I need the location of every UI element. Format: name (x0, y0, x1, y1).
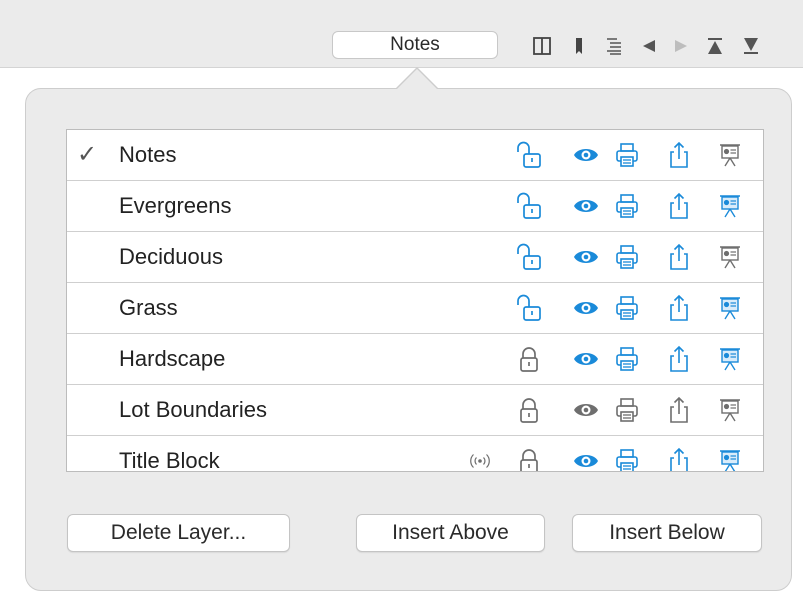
lock-open-icon[interactable] (514, 242, 544, 272)
layer-name: Grass (119, 295, 178, 320)
printer-icon[interactable] (612, 140, 642, 170)
insert-above-button[interactable]: Insert Above (356, 514, 545, 552)
export-icon[interactable] (664, 293, 694, 323)
layer-name: Deciduous (119, 244, 223, 269)
bookmark-icon[interactable] (568, 36, 590, 56)
last-icon[interactable] (740, 36, 762, 56)
presentation-icon[interactable] (715, 191, 745, 221)
export-icon[interactable] (664, 191, 694, 221)
checkmark-icon (77, 446, 99, 471)
export-icon[interactable] (664, 395, 694, 425)
checkmark-icon: ✓ (77, 141, 98, 168)
checkmark-icon (77, 191, 99, 219)
layer-row[interactable]: Grass (67, 283, 763, 334)
presentation-icon[interactable] (715, 293, 745, 323)
presentation-icon[interactable] (715, 344, 745, 374)
first-icon[interactable] (704, 36, 726, 56)
eye-icon[interactable] (571, 344, 601, 374)
popover-arrow-fill (396, 69, 438, 90)
export-icon[interactable] (664, 344, 694, 374)
layer-row[interactable]: Deciduous (67, 232, 763, 283)
layer-name: Title Block (119, 448, 220, 472)
layer-row[interactable]: Lot Boundaries (67, 385, 763, 436)
printer-icon[interactable] (612, 293, 642, 323)
layer-row[interactable]: Evergreens (67, 181, 763, 232)
printer-icon[interactable] (612, 242, 642, 272)
next-icon[interactable] (670, 36, 692, 56)
presentation-icon[interactable] (715, 242, 745, 272)
lock-open-icon[interactable] (514, 140, 544, 170)
delete-layer-button[interactable]: Delete Layer... (67, 514, 290, 552)
layer-row[interactable]: ✓ Notes (67, 130, 763, 181)
eye-icon[interactable] (571, 242, 601, 272)
export-icon[interactable] (664, 446, 694, 471)
printer-icon[interactable] (612, 191, 642, 221)
lock-closed-icon[interactable] (514, 395, 544, 425)
notes-tab[interactable]: Notes (332, 31, 498, 59)
layer-list[interactable]: ✓ Notes Evergreens Deciduous Grass Hardscape L… (66, 129, 764, 472)
presentation-icon[interactable] (715, 395, 745, 425)
layer-name: Notes (119, 142, 177, 167)
toolbar: Notes (0, 0, 803, 68)
split-view-icon[interactable] (531, 36, 553, 56)
lock-open-icon[interactable] (514, 293, 544, 323)
insert-below-button[interactable]: Insert Below (572, 514, 762, 552)
previous-icon[interactable] (638, 36, 660, 56)
eye-icon[interactable] (571, 191, 601, 221)
export-icon[interactable] (664, 140, 694, 170)
checkmark-icon (77, 344, 99, 372)
lock-closed-icon[interactable] (514, 446, 544, 471)
layer-row[interactable]: Hardscape (67, 334, 763, 385)
lock-open-icon[interactable] (514, 191, 544, 221)
layer-name: Hardscape (119, 346, 226, 371)
export-icon[interactable] (664, 242, 694, 272)
eye-icon[interactable] (571, 293, 601, 323)
lock-closed-icon[interactable] (514, 344, 544, 374)
broadcast-icon[interactable] (469, 450, 491, 471)
presentation-icon[interactable] (715, 446, 745, 471)
printer-icon[interactable] (612, 344, 642, 374)
eye-icon[interactable] (571, 140, 601, 170)
checkmark-icon (77, 395, 99, 423)
layer-row[interactable]: Title Block (67, 436, 763, 472)
layer-name: Evergreens (119, 193, 232, 218)
eye-icon[interactable] (571, 446, 601, 471)
presentation-icon[interactable] (715, 140, 745, 170)
printer-icon[interactable] (612, 446, 642, 471)
checkmark-icon (77, 293, 99, 321)
printer-icon[interactable] (612, 395, 642, 425)
layer-name: Lot Boundaries (119, 397, 267, 422)
checkmark-icon (77, 242, 99, 270)
eye-icon[interactable] (571, 395, 601, 425)
list-icon[interactable] (603, 36, 625, 56)
